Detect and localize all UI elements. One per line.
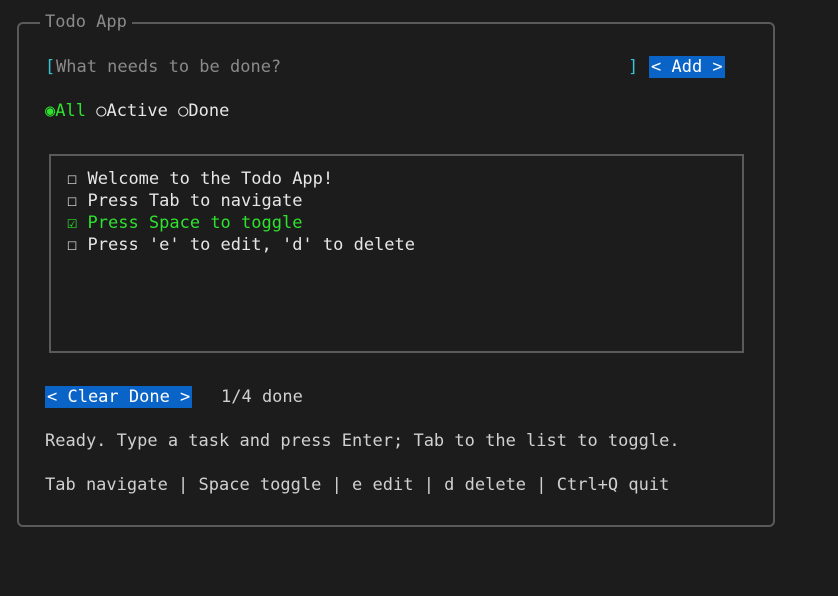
- radio-unselected-icon: ○: [178, 101, 189, 121]
- todo-text: Press 'e' to edit, 'd' to delete: [87, 235, 416, 255]
- todo-item[interactable]: ☐ Press Tab to navigate: [67, 190, 302, 212]
- input-open-bracket: [: [45, 57, 56, 77]
- checkbox-unchecked-icon: ☐: [67, 191, 78, 211]
- status-message: Ready. Type a task and press Enter; Tab …: [45, 431, 680, 451]
- done-count: 1/4 done: [221, 387, 303, 407]
- filter-done[interactable]: ○ Done: [178, 100, 229, 122]
- key-help: Tab navigate | Space toggle | e edit | d…: [45, 475, 670, 495]
- new-task-input[interactable]: [56, 56, 626, 78]
- radio-selected-icon: ◉: [45, 101, 56, 121]
- todo-text: Press Space to toggle: [87, 213, 303, 233]
- todo-text: Welcome to the Todo App!: [87, 169, 334, 189]
- todo-list[interactable]: ☐ Welcome to the Todo App! ☐ Press Tab t…: [49, 154, 744, 353]
- filter-all[interactable]: ◉ All: [45, 100, 86, 122]
- app-title: Todo App: [40, 11, 132, 33]
- checkbox-unchecked-icon: ☐: [67, 169, 78, 189]
- checkbox-unchecked-icon: ☐: [67, 235, 78, 255]
- checkbox-checked-icon: ☑: [67, 213, 78, 233]
- add-button[interactable]: < Add >: [649, 56, 725, 78]
- todo-item[interactable]: ☐ Press 'e' to edit, 'd' to delete: [67, 234, 415, 256]
- clear-done-button[interactable]: < Clear Done >: [45, 386, 193, 408]
- radio-unselected-icon: ○: [96, 101, 107, 121]
- filter-active[interactable]: ○ Active: [96, 100, 168, 122]
- filter-all-label: All: [55, 101, 86, 121]
- todo-item[interactable]: ☑ Press Space to toggle: [67, 212, 302, 234]
- todo-item[interactable]: ☐ Welcome to the Todo App!: [67, 168, 333, 190]
- filter-radio-group: ◉ All ○ Active ○ Done: [45, 100, 229, 122]
- filter-active-label: Active: [106, 101, 168, 121]
- filter-done-label: Done: [188, 101, 230, 121]
- todo-text: Press Tab to navigate: [87, 191, 303, 211]
- input-close-bracket: ]: [628, 57, 639, 77]
